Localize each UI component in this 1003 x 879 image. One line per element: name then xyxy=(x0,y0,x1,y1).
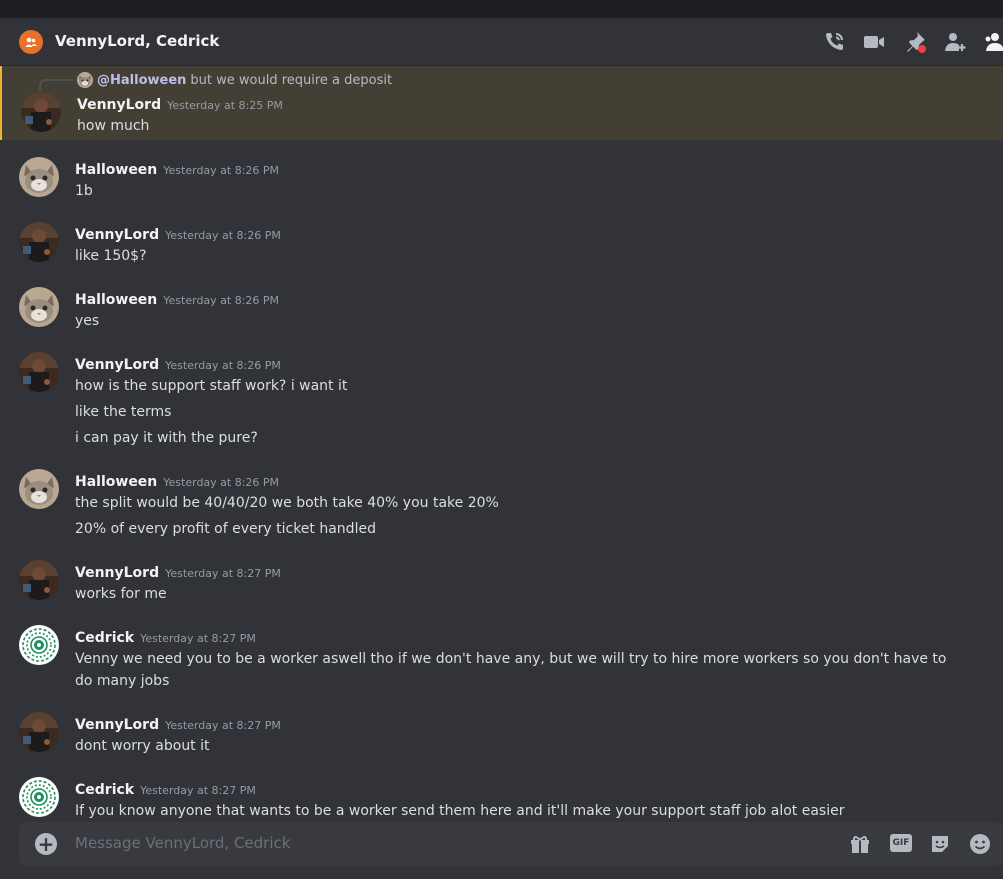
gif-icon[interactable]: GIF xyxy=(890,834,912,852)
author-name[interactable]: Halloween xyxy=(75,162,157,178)
message-input[interactable]: Message VennyLord, Cedrick xyxy=(75,834,290,852)
cedrick-mandala-avatar[interactable] xyxy=(19,625,59,665)
vennylord-avatar[interactable] xyxy=(19,560,59,600)
halloween-cat-avatar[interactable] xyxy=(19,469,59,509)
author-name[interactable]: Halloween xyxy=(75,474,157,490)
message-item[interactable]: VennyLord Yesterday at 8:27 PM works for m… xyxy=(0,543,1003,608)
author-name[interactable]: VennyLord xyxy=(75,227,159,243)
message-timestamp: Yesterday at 8:27 PM xyxy=(140,632,256,645)
message-item[interactable]: Halloween Yesterday at 8:26 PM the split w… xyxy=(0,452,1003,543)
message-text: dont worry about it xyxy=(75,738,210,754)
reply-mention[interactable]: @Halloween xyxy=(97,73,186,88)
author-name[interactable]: VennyLord xyxy=(77,97,161,113)
message-header: Cedrick Yesterday at 8:27 PM xyxy=(75,781,256,800)
window-top-strip xyxy=(0,0,1003,18)
vennylord-avatar[interactable] xyxy=(19,352,59,392)
message-item[interactable]: VennyLord Yesterday at 8:26 PM how is the … xyxy=(0,335,1003,452)
message-timestamp: Yesterday at 8:26 PM xyxy=(165,229,281,242)
message-text: yes xyxy=(75,313,100,329)
reply-text[interactable]: but we would require a deposit xyxy=(190,73,392,88)
message-timestamp: Yesterday at 8:27 PM xyxy=(140,784,256,797)
halloween-cat-avatar[interactable] xyxy=(19,157,59,197)
message-item[interactable]: VennyLord Yesterday at 8:26 PM like 150$? xyxy=(0,205,1003,270)
message-header: VennyLord Yesterday at 8:25 PM xyxy=(77,96,283,115)
emoji-icon[interactable] xyxy=(968,832,992,856)
vennylord-avatar[interactable] xyxy=(21,92,61,132)
add-friends-icon[interactable] xyxy=(943,30,967,54)
message-text: i can pay it with the pure? xyxy=(75,430,258,446)
message-item[interactable]: @Halloween but we would require a deposit… xyxy=(0,66,1003,140)
message-list[interactable]: @Halloween but we would require a deposit… xyxy=(0,66,1003,822)
message-timestamp: Yesterday at 8:26 PM xyxy=(163,164,280,177)
message-timestamp: Yesterday at 8:26 PM xyxy=(163,476,280,489)
message-text: the split would be 40/40/20 we both take… xyxy=(75,495,499,511)
message-header: VennyLord Yesterday at 8:26 PM xyxy=(75,356,281,375)
message-header: Halloween Yesterday at 8:26 PM xyxy=(75,473,279,492)
vennylord-avatar[interactable] xyxy=(19,712,59,752)
author-name[interactable]: VennyLord xyxy=(75,565,159,581)
member-list-icon[interactable] xyxy=(983,30,1003,54)
message-item[interactable]: Halloween Yesterday at 8:26 PM 1b xyxy=(0,140,1003,205)
phone-call-icon[interactable] xyxy=(822,30,846,54)
author-name[interactable]: VennyLord xyxy=(75,717,159,733)
message-timestamp: Yesterday at 8:25 PM xyxy=(167,99,283,112)
message-header: VennyLord Yesterday at 8:27 PM xyxy=(75,716,281,735)
reply-preview[interactable]: @Halloween but we would require a deposit xyxy=(77,72,392,88)
message-item[interactable]: Halloween Yesterday at 8:26 PM yes xyxy=(0,270,1003,335)
reply-avatar xyxy=(77,72,93,88)
author-name[interactable]: Cedrick xyxy=(75,630,134,646)
message-composer[interactable]: + Message VennyLord, Cedrick GIF xyxy=(19,822,1003,866)
message-text: like 150$? xyxy=(75,248,147,264)
author-name[interactable]: Halloween xyxy=(75,292,157,308)
pinned-messages-icon[interactable] xyxy=(903,30,927,54)
message-text: how is the support staff work? i want it xyxy=(75,378,348,394)
message-item[interactable]: VennyLord Yesterday at 8:27 PM dont worry … xyxy=(0,695,1003,760)
message-text: how much xyxy=(77,118,150,134)
message-header: Cedrick Yesterday at 8:27 PM xyxy=(75,629,256,648)
author-name[interactable]: VennyLord xyxy=(75,357,159,373)
author-name[interactable]: Cedrick xyxy=(75,782,134,798)
gift-icon[interactable] xyxy=(848,832,872,856)
message-text: 1b xyxy=(75,183,93,199)
vennylord-avatar[interactable] xyxy=(19,222,59,262)
message-header: Halloween Yesterday at 8:26 PM xyxy=(75,161,279,180)
message-timestamp: Yesterday at 8:26 PM xyxy=(165,359,281,372)
message-header: Halloween Yesterday at 8:26 PM xyxy=(75,291,279,310)
add-attachment-icon[interactable]: + xyxy=(35,833,57,855)
message-header: VennyLord Yesterday at 8:26 PM xyxy=(75,226,281,245)
halloween-cat-avatar[interactable] xyxy=(19,287,59,327)
message-text: If you know anyone that wants to be a wo… xyxy=(75,803,845,819)
message-text: like the terms xyxy=(75,404,172,420)
channel-title: VennyLord, Cedrick xyxy=(55,32,220,50)
message-text: works for me xyxy=(75,586,167,602)
message-timestamp: Yesterday at 8:27 PM xyxy=(165,567,281,580)
message-header: VennyLord Yesterday at 8:27 PM xyxy=(75,564,281,583)
channel-header: VennyLord, Cedrick xyxy=(0,18,1003,66)
reply-spine xyxy=(39,79,73,91)
sticker-icon[interactable] xyxy=(928,832,952,856)
message-item[interactable]: Cedrick Yesterday at 8:27 PM If you know a… xyxy=(0,760,1003,822)
group-dm-icon xyxy=(19,30,43,54)
cedrick-mandala-avatar[interactable] xyxy=(19,777,59,817)
message-text: 20% of every profit of every ticket hand… xyxy=(75,521,376,537)
message-timestamp: Yesterday at 8:27 PM xyxy=(165,719,281,732)
message-timestamp: Yesterday at 8:26 PM xyxy=(163,294,280,307)
video-camera-icon[interactable] xyxy=(862,30,886,54)
message-text: Venny we need you to be a worker aswell … xyxy=(75,651,947,689)
message-item[interactable]: Cedrick Yesterday at 8:27 PM Venny we need… xyxy=(0,608,1003,695)
